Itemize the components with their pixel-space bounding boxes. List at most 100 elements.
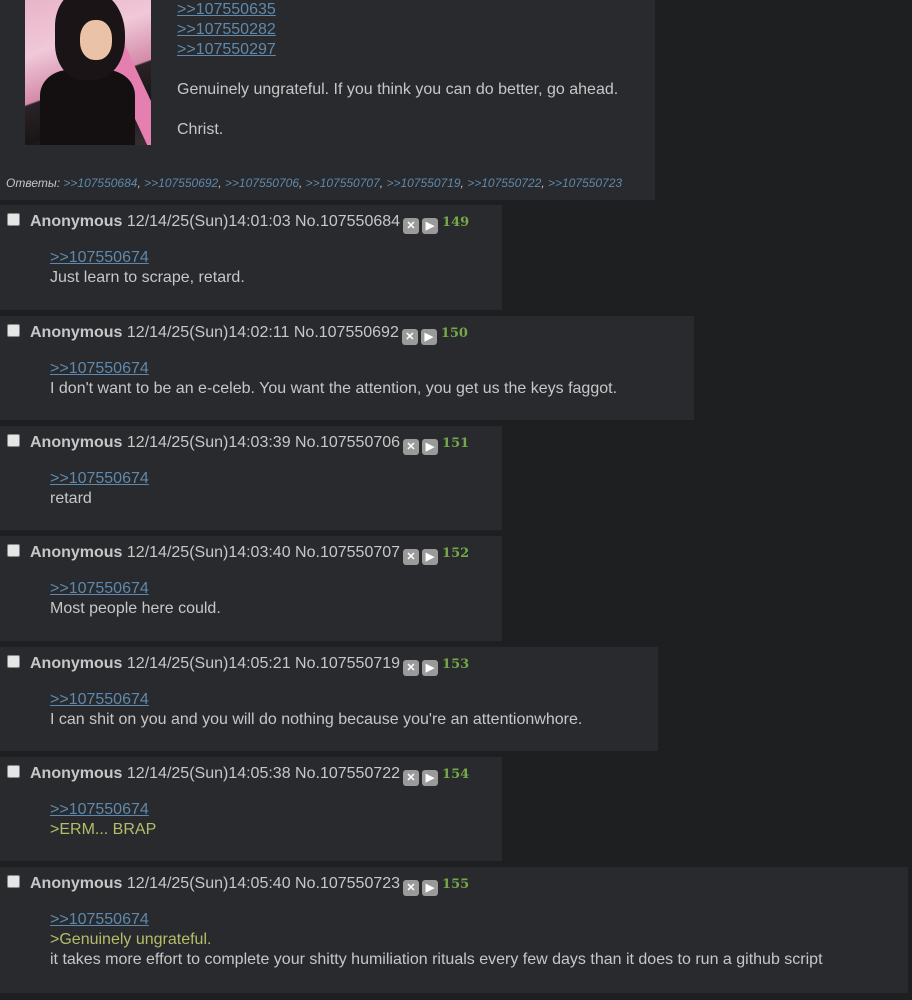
greentext-line: >ERM... BRAP: [50, 821, 157, 838]
post-number[interactable]: No.107550723: [295, 875, 400, 892]
op-message: >>107550635 >>107550282 >>107550297 Genu…: [177, 0, 637, 140]
post-header: Anonymous 12/14/25(Sun)14:03:40 No.10755…: [30, 544, 469, 565]
play-icon[interactable]: ▶: [422, 218, 439, 234]
post-message: >>107550674 retard: [50, 469, 149, 509]
post-checkbox[interactable]: [7, 875, 20, 888]
op-post: >>107550635 >>107550282 >>107550297 Genu…: [0, 0, 655, 200]
message-line: Most people here could.: [50, 600, 221, 617]
post-message: >>107550674 Most people here could.: [50, 579, 221, 619]
message-line: I can shit on you and you will do nothin…: [50, 711, 583, 728]
post-header: Anonymous 12/14/25(Sun)14:05:21 No.10755…: [30, 655, 469, 676]
post-checkbox[interactable]: [7, 655, 20, 668]
reply-post: Anonymous 12/14/25(Sun)14:03:39 No.10755…: [0, 426, 502, 530]
post-count: 153: [442, 657, 470, 672]
post-date: 12/14/25(Sun)14:05:40: [126, 875, 291, 892]
post-number[interactable]: No.107550719: [295, 655, 400, 672]
post-header: Anonymous 12/14/25(Sun)14:05:38 No.10755…: [30, 765, 469, 786]
play-icon[interactable]: ▶: [422, 660, 439, 676]
quotelink[interactable]: >>107550674: [50, 579, 221, 599]
post-number[interactable]: No.107550707: [295, 544, 400, 561]
close-icon[interactable]: ✕: [403, 549, 420, 565]
message-line: it takes more effort to complete your sh…: [50, 951, 823, 968]
close-icon[interactable]: ✕: [403, 218, 420, 234]
close-icon[interactable]: ✕: [403, 880, 420, 896]
post-date: 12/14/25(Sun)14:03:40: [126, 544, 291, 561]
post-checkbox[interactable]: [7, 434, 20, 447]
post-checkbox[interactable]: [7, 544, 20, 557]
post-message: >>107550674 Just learn to scrape, retard.: [50, 248, 245, 288]
close-icon[interactable]: ✕: [401, 329, 418, 345]
poster-name: Anonymous: [30, 875, 123, 892]
reply-post: Anonymous 12/14/25(Sun)14:05:40 No.10755…: [0, 867, 908, 993]
post-number[interactable]: No.107550722: [295, 765, 400, 782]
post-header: Anonymous 12/14/25(Sun)14:05:40 No.10755…: [30, 875, 469, 896]
poster-name: Anonymous: [30, 213, 123, 230]
message-line: I don't want to be an e-celeb. You want …: [50, 380, 618, 397]
reply-link[interactable]: >>107550719: [386, 176, 460, 190]
play-icon[interactable]: ▶: [422, 770, 439, 786]
reply-link[interactable]: >>107550722: [467, 176, 541, 190]
post-header: Anonymous 12/14/25(Sun)14:02:11 No.10755…: [30, 324, 468, 345]
quotelink[interactable]: >>107550674: [50, 469, 149, 489]
quotelink[interactable]: >>107550674: [50, 359, 617, 379]
close-icon[interactable]: ✕: [403, 439, 420, 455]
reply-link[interactable]: >>107550692: [144, 176, 218, 190]
quotelink[interactable]: >>107550282: [177, 20, 637, 40]
post-message: >>107550674 >ERM... BRAP: [50, 800, 156, 840]
reply-post: Anonymous 12/14/25(Sun)14:05:21 No.10755…: [0, 647, 658, 751]
replies-label: Ответы:: [6, 176, 61, 190]
post-message: >>107550674 I can shit on you and you wil…: [50, 690, 582, 730]
poster-name: Anonymous: [30, 434, 123, 451]
play-icon[interactable]: ▶: [422, 880, 439, 896]
play-icon[interactable]: ▶: [422, 549, 439, 565]
quotelink[interactable]: >>107550674: [50, 248, 245, 268]
post-count: 149: [442, 215, 470, 230]
post-count: 151: [442, 436, 470, 451]
post-date: 12/14/25(Sun)14:05:21: [126, 655, 291, 672]
message-line: retard: [50, 490, 92, 507]
reply-post: Anonymous 12/14/25(Sun)14:02:11 No.10755…: [0, 316, 694, 420]
play-icon[interactable]: ▶: [422, 439, 439, 455]
quotelink[interactable]: >>107550297: [177, 40, 637, 60]
poster-name: Anonymous: [30, 765, 123, 782]
post-count: 155: [442, 877, 470, 892]
reply-link[interactable]: >>107550723: [548, 176, 622, 190]
message-line: Christ.: [177, 121, 224, 138]
post-header: Anonymous 12/14/25(Sun)14:01:03 No.10755…: [30, 213, 469, 234]
post-message: >>107550674 I don't want to be an e-celeb…: [50, 359, 617, 399]
close-icon[interactable]: ✕: [403, 770, 420, 786]
play-icon[interactable]: ▶: [420, 329, 437, 345]
post-date: 12/14/25(Sun)14:01:03: [126, 213, 291, 230]
post-count: 150: [440, 326, 468, 341]
poster-name: Anonymous: [30, 324, 123, 341]
message-line: Just learn to scrape, retard.: [50, 269, 245, 286]
reply-link[interactable]: >>107550707: [306, 176, 380, 190]
post-number[interactable]: No.107550706: [295, 434, 400, 451]
reply-link[interactable]: >>107550706: [225, 176, 299, 190]
post-date: 12/14/25(Sun)14:02:11: [126, 324, 290, 341]
poster-name: Anonymous: [30, 655, 123, 672]
post-checkbox[interactable]: [7, 765, 20, 778]
quotelink[interactable]: >>107550674: [50, 690, 582, 710]
post-checkbox[interactable]: [7, 213, 20, 226]
reply-post: Anonymous 12/14/25(Sun)14:01:03 No.10755…: [0, 205, 502, 310]
post-thumbnail[interactable]: [25, 0, 151, 145]
reply-link[interactable]: >>107550684: [63, 176, 137, 190]
post-number[interactable]: No.107550692: [294, 324, 399, 341]
post-message: >>107550674 >Genuinely ungrateful. it take…: [50, 910, 823, 970]
quotelink[interactable]: >>107550635: [177, 0, 637, 20]
close-icon[interactable]: ✕: [403, 660, 420, 676]
poster-name: Anonymous: [30, 544, 123, 561]
reply-post: Anonymous 12/14/25(Sun)14:05:38 No.10755…: [0, 757, 502, 861]
post-number[interactable]: No.107550684: [295, 213, 400, 230]
post-count: 152: [442, 546, 470, 561]
replies-list: Ответы: >>107550684, >>107550692, >>1075…: [6, 176, 623, 190]
post-header: Anonymous 12/14/25(Sun)14:03:39 No.10755…: [30, 434, 469, 455]
post-date: 12/14/25(Sun)14:03:39: [126, 434, 291, 451]
post-date: 12/14/25(Sun)14:05:38: [126, 765, 291, 782]
quotelink[interactable]: >>107550674: [50, 800, 156, 820]
greentext-line: >Genuinely ungrateful.: [50, 931, 212, 948]
quotelink[interactable]: >>107550674: [50, 910, 823, 930]
post-count: 154: [442, 767, 470, 782]
post-checkbox[interactable]: [7, 324, 20, 337]
